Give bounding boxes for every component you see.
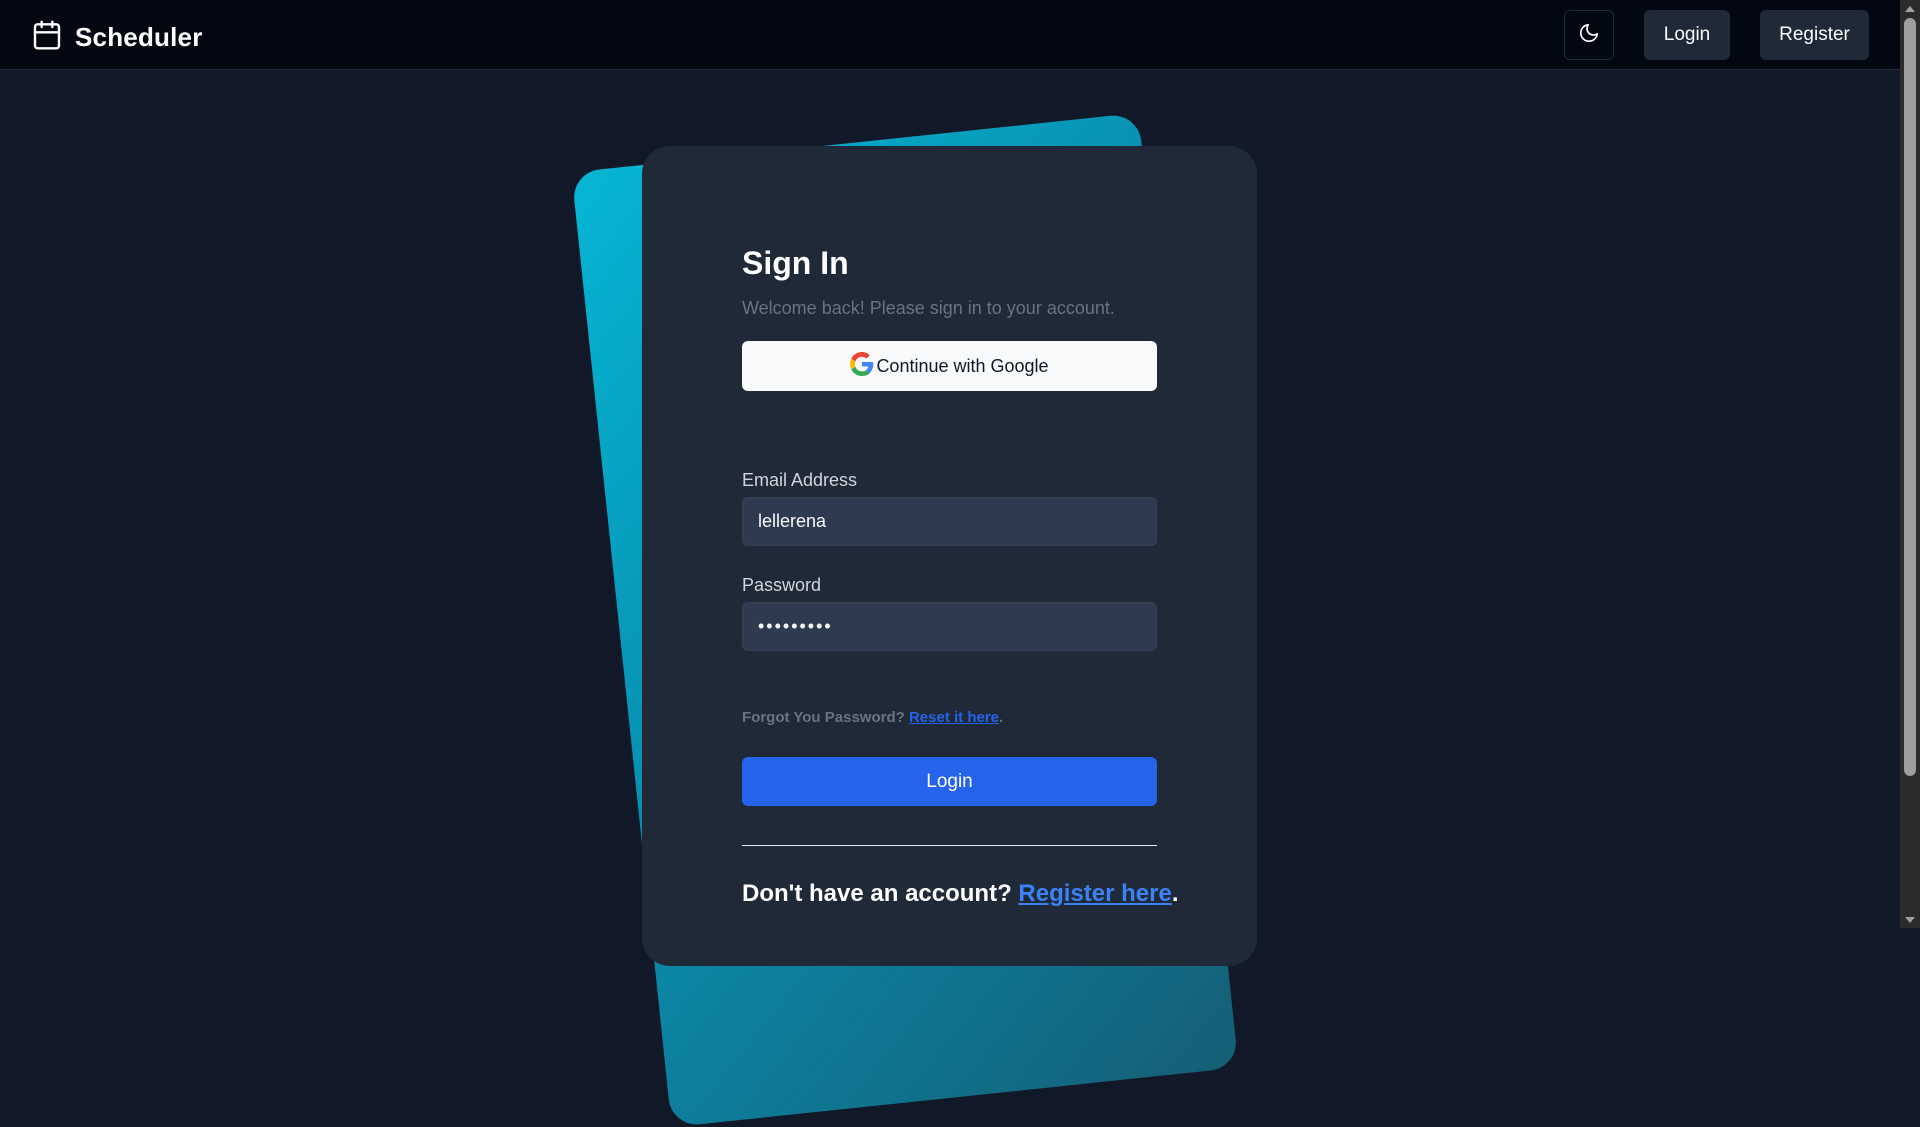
forgot-password-prompt: Forgot You Password? [742, 709, 905, 726]
google-signin-button[interactable]: Continue with Google [742, 341, 1157, 391]
scroll-down-arrow-icon[interactable] [1900, 911, 1920, 928]
register-link[interactable]: Register here [1018, 880, 1171, 907]
email-label: Email Address [742, 470, 858, 490]
scrollbar-thumb[interactable] [1904, 18, 1916, 776]
calendar-icon [31, 18, 63, 57]
page-scrollbar[interactable] [1900, 0, 1920, 928]
reset-password-link[interactable]: Reset it here [909, 709, 999, 726]
google-signin-label: Continue with Google [876, 355, 1049, 376]
theme-toggle-button[interactable] [1564, 10, 1614, 60]
login-button[interactable]: Login [742, 757, 1157, 806]
password-field[interactable] [742, 602, 1157, 651]
page-title: Sign In [742, 245, 849, 281]
password-label: Password [742, 575, 822, 595]
divider [742, 845, 1157, 846]
google-icon [850, 351, 874, 381]
register-prompt-text: Don't have an account? [742, 880, 1012, 907]
signin-card [642, 146, 1257, 966]
scroll-up-arrow-icon[interactable] [1900, 0, 1920, 17]
brand-name: Scheduler [75, 22, 203, 52]
nav-register-button[interactable]: Register [1760, 10, 1869, 60]
forgot-suffix: . [999, 709, 1004, 726]
email-field[interactable] [742, 497, 1157, 546]
forgot-password-text: Forgot You Password? Reset it here. [742, 709, 1003, 726]
brand[interactable]: Scheduler [31, 18, 203, 57]
moon-icon [1578, 22, 1600, 49]
nav-login-button[interactable]: Login [1644, 10, 1730, 60]
register-suffix: . [1171, 880, 1179, 907]
page-subtitle: Welcome back! Please sign in to your acc… [742, 298, 1115, 318]
register-prompt: Don't have an account? Register here. [742, 880, 1179, 908]
navbar: Scheduler Login Register [0, 0, 1900, 70]
